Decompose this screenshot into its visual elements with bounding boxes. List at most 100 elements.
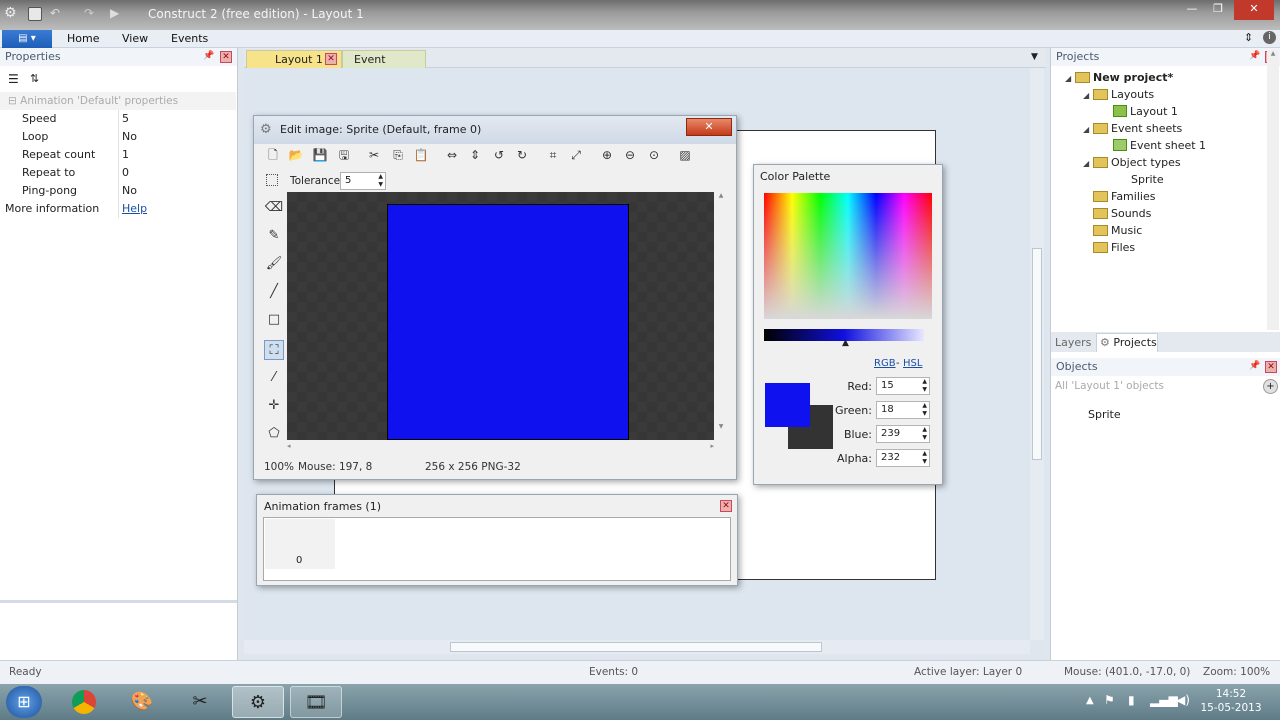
canvas-hscroll[interactable]: ◂ ▸	[287, 442, 714, 452]
flip-horizontal-icon[interactable]: ⇔	[443, 146, 461, 164]
pin-icon[interactable]: 📌	[203, 51, 215, 63]
scroll-thumb[interactable]	[1032, 248, 1042, 460]
close-tab-button[interactable]: ✕	[325, 53, 337, 65]
panel-divider[interactable]	[0, 600, 237, 603]
expand-icon[interactable]: ◢	[1083, 155, 1093, 172]
copy-icon[interactable]: ⎘	[389, 146, 407, 164]
close-window-button[interactable]: ✕	[1234, 0, 1274, 20]
tab-event-sheet-1[interactable]: Event sheet 1	[342, 50, 426, 83]
open-icon[interactable]: 📂	[287, 146, 305, 164]
file-menu-button[interactable]: ▤ ▾	[2, 30, 52, 48]
rgb-link[interactable]: RGB	[874, 358, 896, 369]
origin-point-icon[interactable]: ✛	[264, 396, 284, 416]
tree-item-project[interactable]: ◢ New project*	[1051, 69, 1266, 86]
spin-arrows-icon[interactable]: ▲ ▼	[922, 378, 927, 394]
minimize-button[interactable]: —	[1180, 0, 1204, 20]
object-item-sprite[interactable]: Sprite	[1088, 408, 1121, 421]
prop-row[interactable]: Speed 5	[0, 110, 236, 128]
close-panel-button[interactable]: ✕	[220, 51, 232, 63]
primary-color-swatch[interactable]	[765, 383, 810, 427]
frame-thumbnail[interactable]: 0	[265, 519, 335, 569]
battery-icon[interactable]: ▮	[1128, 693, 1135, 707]
undo-icon[interactable]: ↶	[50, 6, 60, 20]
tree-item-layout-1[interactable]: Layout 1	[1051, 103, 1266, 120]
app-gear-icon[interactable]: ⚙	[4, 5, 17, 21]
prop-row[interactable]: Repeat to 0	[0, 164, 236, 182]
rotate-left-icon[interactable]: ↺	[490, 146, 508, 164]
objects-filter[interactable]: All 'Layout 1' objects	[1055, 380, 1255, 392]
spin-arrows-icon[interactable]: ▲ ▼	[378, 173, 383, 189]
green-input[interactable]: 18 ▲ ▼	[876, 401, 930, 419]
sprite-image[interactable]	[387, 204, 629, 440]
eraser-icon[interactable]: ⌫	[264, 198, 284, 218]
tab-view[interactable]: View	[122, 32, 148, 45]
prop-value[interactable]: 5	[122, 112, 129, 125]
volume-icon[interactable]: ◀)	[1176, 693, 1190, 707]
rotate-right-icon[interactable]: ↻	[513, 146, 531, 164]
redo-icon[interactable]: ↷	[84, 6, 94, 20]
zoom-out-icon[interactable]: ⊖	[621, 146, 639, 164]
zoom-in-icon[interactable]: ⊕	[598, 146, 616, 164]
categorized-icon[interactable]: ☰	[8, 72, 19, 86]
close-dialog-button[interactable]: ✕	[686, 118, 732, 136]
tray-expand-icon[interactable]: ▲	[1086, 695, 1094, 706]
expand-icon[interactable]: ◢	[1083, 87, 1093, 104]
spin-arrows-icon[interactable]: ▲ ▼	[922, 450, 927, 466]
paste-icon[interactable]: 📋	[412, 146, 430, 164]
fill-bucket-icon[interactable]: ⛶	[264, 340, 284, 360]
color-spectrum[interactable]	[764, 193, 932, 319]
sort-az-icon[interactable]: ⇅	[30, 72, 39, 85]
spin-arrows-icon[interactable]: ▲ ▼	[922, 402, 927, 418]
pin-icon[interactable]: 📌	[1249, 361, 1261, 373]
tree-item-event-sheets[interactable]: ◢ Event sheets	[1051, 120, 1266, 137]
tree-item-music[interactable]: Music	[1051, 222, 1266, 239]
chrome-icon[interactable]	[58, 686, 110, 718]
tree-item-families[interactable]: Families	[1051, 188, 1266, 205]
tab-home[interactable]: Home	[67, 32, 99, 45]
tree-item-object-types[interactable]: ◢ Object types	[1051, 154, 1266, 171]
flip-vertical-icon[interactable]: ⇕	[466, 146, 484, 164]
resize-icon[interactable]: ⤢	[567, 146, 585, 164]
clock[interactable]: 14:52 15-05-2013	[1196, 687, 1266, 715]
add-object-icon[interactable]: +	[1263, 379, 1278, 394]
properties-section[interactable]: ⊟ Animation 'Default' properties	[0, 92, 236, 110]
image-properties-icon[interactable]: ▨	[676, 146, 694, 164]
image-canvas[interactable]	[287, 192, 714, 440]
video-editor-icon[interactable]: 🎞	[290, 686, 342, 718]
action-center-icon[interactable]: ⚑	[1104, 693, 1115, 707]
maximize-button[interactable]: ❐	[1206, 0, 1230, 20]
brush-icon[interactable]: 🖌	[264, 254, 284, 274]
expand-icon[interactable]: ◢	[1065, 70, 1075, 87]
prop-row[interactable]: Ping-pong No	[0, 182, 236, 200]
rectangle-tool-icon[interactable]: □	[264, 310, 284, 330]
crop-icon[interactable]: ⌗	[544, 146, 562, 164]
tab-layers[interactable]: Layers	[1055, 334, 1091, 352]
prop-row[interactable]: Repeat count 1	[0, 146, 236, 164]
dialog-title-bar[interactable]: ⚙ Edit image: Sprite (Default, frame 0) …	[254, 116, 736, 144]
pencil-icon[interactable]: ✎	[264, 226, 284, 246]
tree-item-sprite[interactable]: Sprite	[1051, 171, 1266, 188]
snipping-tool-icon[interactable]: ✂	[174, 686, 226, 718]
tree-scrollbar[interactable]: ▲	[1267, 50, 1279, 330]
new-icon[interactable]: 🗋	[264, 146, 282, 164]
tree-item-event-sheet-1[interactable]: Event sheet 1	[1051, 137, 1266, 154]
vertical-scrollbar[interactable]	[1030, 68, 1044, 640]
scroll-thumb[interactable]	[450, 642, 822, 652]
canvas-vscroll[interactable]: ▲ ▼	[715, 192, 727, 440]
horizontal-scrollbar[interactable]	[244, 640, 1030, 654]
hsl-link[interactable]: HSL	[903, 358, 922, 369]
help-link[interactable]: Help	[122, 202, 147, 215]
tree-item-sounds[interactable]: Sounds	[1051, 205, 1266, 222]
save-icon[interactable]: 💾	[311, 146, 329, 164]
prop-value[interactable]: No	[122, 184, 137, 197]
tab-events[interactable]: Events	[171, 32, 208, 45]
cut-icon[interactable]: ✂	[365, 146, 383, 164]
save-as-icon[interactable]: 🖫	[335, 146, 353, 164]
alpha-input[interactable]: 232 ▲ ▼	[876, 449, 930, 467]
construct2-icon[interactable]: ⚙	[232, 686, 284, 718]
selection-rect-icon[interactable]	[266, 174, 278, 186]
collision-polygon-icon[interactable]: ⬠	[264, 424, 284, 444]
tab-list-dropdown-icon[interactable]: ▼	[1031, 52, 1038, 62]
prop-row[interactable]: Loop No	[0, 128, 236, 146]
close-panel-button[interactable]: ✕	[1265, 361, 1277, 373]
